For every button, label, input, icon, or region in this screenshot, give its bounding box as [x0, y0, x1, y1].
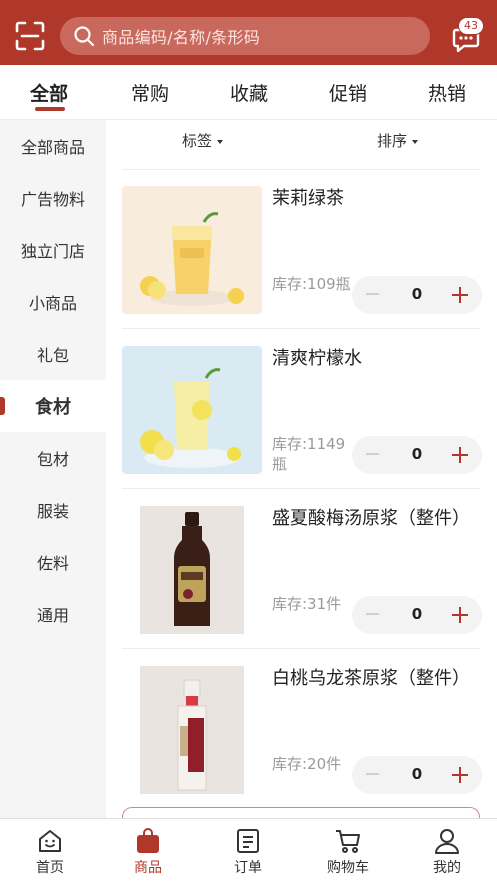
caret-down-icon	[412, 139, 419, 144]
product-item[interactable]: 白桃乌龙茶原浆（整件） 库存:20件 0	[122, 648, 482, 794]
tab-promotion[interactable]: 促销	[329, 79, 367, 106]
sort-filter[interactable]: 排序	[377, 130, 419, 151]
quantity-value[interactable]: 0	[402, 445, 432, 463]
increase-button[interactable]	[452, 767, 468, 783]
sidebar-item-all-products[interactable]: 全部商品	[0, 120, 106, 172]
tab-hot[interactable]: 热销	[428, 79, 466, 106]
app-header: 商品编码/名称/条形码 43	[0, 0, 497, 65]
scan-icon[interactable]	[14, 20, 46, 52]
product-name: 茉莉绿茶	[272, 188, 344, 209]
sidebar-item-apparel[interactable]: 服装	[0, 484, 106, 536]
search-input[interactable]: 商品编码/名称/条形码	[60, 17, 430, 55]
nav-cart-label: 购物车	[327, 860, 369, 876]
product-name: 清爽柠檬水	[272, 348, 362, 369]
quantity-value[interactable]: 0	[402, 605, 432, 623]
product-name: 白桃乌龙茶原浆（整件）	[272, 668, 470, 689]
quantity-stepper: 0	[352, 596, 482, 634]
product-image-jasmine-tea	[122, 186, 262, 314]
category-sidebar: 全部商品 广告物料 独立门店 小商品 礼包 食材 包材 服装 佐料 通用	[0, 120, 106, 818]
sidebar-item-ingredients[interactable]: 食材	[0, 380, 106, 432]
user-icon	[435, 829, 459, 854]
product-stock: 库存:109瓶	[272, 275, 351, 293]
sidebar-item-gift-pack[interactable]: 礼包	[0, 328, 106, 380]
product-image-lemonade	[122, 346, 262, 474]
nav-home[interactable]: 首页	[10, 827, 90, 877]
product-image-plum-drink	[122, 506, 262, 634]
nav-me[interactable]: 我的	[407, 827, 487, 877]
quantity-value[interactable]: 0	[402, 765, 432, 783]
quantity-stepper: 0	[352, 276, 482, 314]
bottom-nav: 首页 商品 订单 购物车 我的	[0, 818, 497, 883]
sidebar-item-packaging[interactable]: 包材	[0, 432, 106, 484]
nav-orders-label: 订单	[234, 860, 262, 876]
sidebar-item-general[interactable]: 通用	[0, 588, 106, 640]
nav-home-label: 首页	[36, 860, 64, 876]
product-item[interactable]: 盛夏酸梅汤原浆（整件） 库存:31件 0	[122, 488, 482, 634]
caret-down-icon	[217, 139, 224, 144]
decrease-button[interactable]	[366, 453, 379, 455]
product-image-peach-oolong	[122, 666, 262, 794]
increase-button[interactable]	[452, 287, 468, 303]
nav-cart[interactable]: 购物车	[308, 827, 388, 877]
product-item[interactable]: 茉莉绿茶 库存:109瓶 0	[122, 168, 482, 314]
sidebar-active-marker	[0, 397, 5, 415]
search-icon	[74, 26, 95, 47]
category-tabs: 全部 常购 收藏 促销 热销	[0, 65, 497, 120]
nav-orders[interactable]: 订单	[208, 827, 288, 877]
sidebar-item-ad-materials[interactable]: 广告物料	[0, 172, 106, 224]
tag-filter-label: 标签	[182, 132, 213, 150]
tab-frequent[interactable]: 常购	[131, 79, 169, 106]
product-name: 盛夏酸梅汤原浆（整件）	[272, 508, 470, 529]
sidebar-item-small-goods[interactable]: 小商品	[0, 276, 106, 328]
quantity-value[interactable]: 0	[402, 285, 432, 303]
tab-active-indicator	[35, 107, 65, 111]
decrease-button[interactable]	[366, 613, 379, 615]
home-icon	[39, 830, 61, 852]
sort-filter-label: 排序	[377, 132, 408, 150]
decrease-button[interactable]	[366, 773, 379, 775]
sidebar-item-independent-stores[interactable]: 独立门店	[0, 224, 106, 276]
cart-icon	[336, 830, 360, 853]
nav-products[interactable]: 商品	[108, 827, 188, 877]
bag-icon	[137, 828, 159, 853]
tag-filter[interactable]: 标签	[182, 130, 224, 151]
sidebar-item-seasoning[interactable]: 佐料	[0, 536, 106, 588]
product-item[interactable]: 清爽柠檬水 库存:1149瓶 0	[122, 328, 482, 474]
message-badge: 43	[458, 17, 484, 35]
increase-button[interactable]	[452, 607, 468, 623]
quantity-stepper: 0	[352, 436, 482, 474]
tab-favorites[interactable]: 收藏	[230, 79, 268, 106]
decrease-button[interactable]	[366, 293, 379, 295]
product-stock: 库存:1149瓶	[272, 435, 346, 473]
tab-all[interactable]: 全部	[30, 79, 68, 106]
product-stock: 库存:31件	[272, 595, 342, 613]
nav-products-label: 商品	[134, 860, 162, 876]
quantity-stepper: 0	[352, 756, 482, 794]
filter-bar: 标签 排序	[106, 120, 497, 168]
product-stock: 库存:20件	[272, 755, 342, 773]
order-icon	[237, 829, 259, 853]
increase-button[interactable]	[452, 447, 468, 463]
search-placeholder: 商品编码/名称/条形码	[102, 28, 261, 47]
nav-me-label: 我的	[433, 860, 461, 876]
